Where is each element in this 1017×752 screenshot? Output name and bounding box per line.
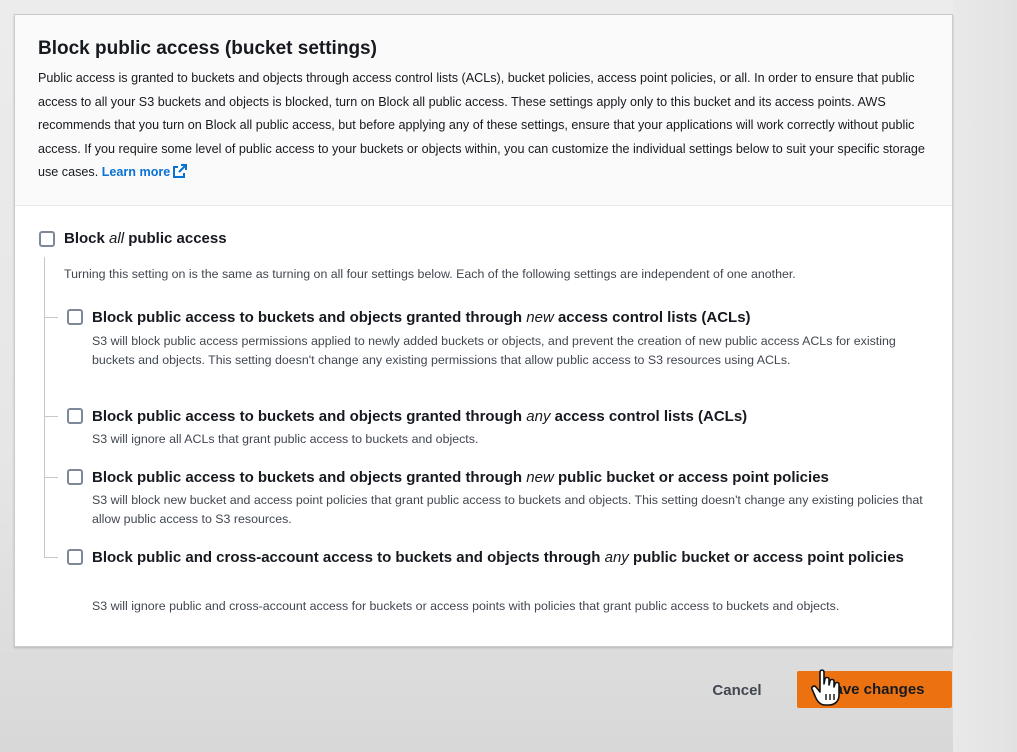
- block-public-access-panel: Block public access (bucket settings) Pu…: [14, 14, 953, 647]
- tree-branch: [44, 317, 58, 318]
- option-new-policies-description: S3 will block new bucket and access poin…: [92, 493, 923, 526]
- block-all-title-em: all: [109, 230, 125, 247]
- option-new-acls-title: Block public access to buckets and objec…: [92, 305, 751, 330]
- block-all-description: Turning this setting on is the same as t…: [64, 267, 796, 281]
- option-new-policies-checkbox[interactable]: [67, 469, 83, 485]
- option-4-title-pre: Block public and cross-account access to…: [92, 549, 605, 566]
- option-any-acls-checkbox[interactable]: [67, 408, 83, 424]
- block-all-title-pre: Block: [64, 230, 110, 247]
- block-all-title: Block all public access: [64, 226, 227, 251]
- option-any-acls-title: Block public access to buckets and objec…: [92, 404, 747, 429]
- option-any-policies-checkbox[interactable]: [67, 549, 83, 565]
- option-3-title-em: new: [526, 469, 554, 486]
- learn-more-label: Learn more: [101, 165, 171, 180]
- option-1-title-pre: Block public access to buckets and objec…: [92, 309, 527, 326]
- settings-list: Block all public access Turning this set…: [15, 207, 952, 647]
- option-any-policies-title: Block public and cross-account access to…: [92, 545, 912, 570]
- panel-description-text: Public access is granted to buckets and …: [38, 71, 925, 180]
- tree-branch: [44, 416, 58, 417]
- option-2-title-em: any: [526, 408, 551, 425]
- block-all-checkbox[interactable]: [39, 231, 55, 247]
- panel-header: Block public access (bucket settings) Pu…: [15, 15, 952, 206]
- tree-connector-line: [44, 257, 45, 557]
- option-4-title-post: public bucket or access point policies: [628, 549, 904, 566]
- option-3-title-pre: Block public access to buckets and objec…: [92, 469, 527, 486]
- option-4-title-em: any: [604, 549, 629, 566]
- cancel-button[interactable]: Cancel: [696, 673, 778, 707]
- tree-branch: [44, 557, 58, 558]
- external-link-icon: [172, 163, 188, 188]
- option-1-title-em: new: [526, 309, 554, 326]
- option-2-title-post: access control lists (ACLs): [550, 408, 748, 425]
- option-new-acls-checkbox[interactable]: [67, 309, 83, 325]
- option-2-title-pre: Block public access to buckets and objec…: [92, 408, 527, 425]
- background-page-edge: [953, 0, 1017, 752]
- tree-branch: [44, 477, 58, 478]
- hand-pointer-cursor: [811, 668, 841, 708]
- option-1-title-post: access control lists (ACLs): [553, 309, 751, 326]
- learn-more-link[interactable]: Learn more: [101, 164, 189, 180]
- option-new-policies-title: Block public access to buckets and objec…: [92, 465, 829, 490]
- block-all-title-post: public access: [124, 230, 227, 247]
- panel-description: Public access is granted to buckets and …: [38, 67, 928, 188]
- option-any-acls-description: S3 will ignore all ACLs that grant publi…: [92, 432, 479, 446]
- panel-title: Block public access (bucket settings): [38, 38, 377, 59]
- option-3-title-post: public bucket or access point policies: [553, 469, 829, 486]
- option-any-policies-description: S3 will ignore public and cross-account …: [92, 599, 840, 613]
- option-new-acls-description: S3 will block public access permissions …: [92, 334, 896, 367]
